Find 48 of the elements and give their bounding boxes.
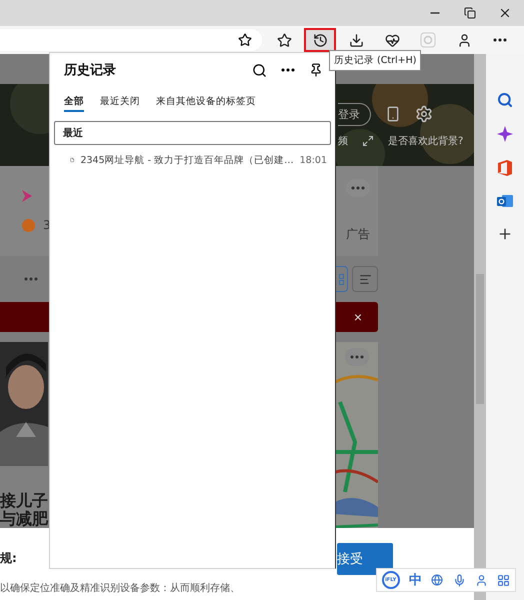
consent-text: 以确保定位准确及精准识别设备参数：从而顺利存储、 — [0, 582, 240, 595]
site-logo-icon — [22, 218, 35, 232]
input-mode-button[interactable]: 中 — [408, 571, 422, 589]
panel-title: 历史记录 — [64, 62, 117, 79]
history-tab[interactable]: 全部 — [64, 95, 84, 112]
history-item-title[interactable]: 2345网址导航 - 致力于打造百年品牌（已创建… — [80, 154, 294, 166]
accept-button[interactable]: 接受 — [337, 543, 393, 575]
more-icon[interactable] — [281, 68, 295, 72]
pin-icon[interactable] — [309, 63, 323, 77]
grid-icon[interactable] — [497, 574, 510, 586]
mail-icon[interactable] — [497, 194, 513, 208]
list-icon — [358, 272, 372, 286]
list-layout-button[interactable] — [352, 266, 378, 292]
video-app-icon — [22, 190, 32, 202]
more-icon — [350, 355, 364, 359]
heart-pulse-icon — [384, 32, 400, 48]
consent-heading: 规: — [0, 550, 17, 567]
search-icon[interactable] — [252, 62, 267, 78]
history-icon — [312, 32, 328, 48]
history-button[interactable] — [304, 28, 336, 52]
scrollbar[interactable] — [474, 54, 486, 600]
restore-icon[interactable] — [464, 7, 476, 19]
background-feedback-link[interactable]: 是否喜欢此背景? — [388, 134, 464, 148]
add-favorite-icon[interactable] — [238, 33, 252, 47]
add-icon[interactable] — [497, 226, 513, 242]
settings-icon[interactable] — [415, 105, 433, 123]
caption-text: 频 — [338, 134, 348, 148]
history-tab[interactable]: 来自其他设备的标签页 — [156, 95, 256, 112]
tooltip: 历史记录 (Ctrl+H) — [329, 50, 422, 71]
sign-in-button[interactable]: 登录 — [338, 102, 371, 126]
more-icon — [351, 186, 365, 190]
profile-icon — [456, 32, 472, 48]
ad-label: 广告 — [346, 226, 370, 243]
favorites-icon — [276, 32, 292, 48]
office-icon[interactable] — [498, 160, 512, 176]
more-icon — [493, 38, 507, 42]
banner-close-button[interactable]: × — [354, 309, 362, 325]
download-icon — [348, 32, 364, 48]
history-item-time: 18:01 — [300, 154, 327, 166]
grid-icon — [338, 274, 344, 284]
group-header[interactable]: 最近 — [54, 121, 331, 145]
phone-icon[interactable] — [385, 106, 401, 122]
user-icon[interactable] — [474, 574, 488, 586]
microphone-icon[interactable] — [452, 574, 466, 586]
history-tab[interactable]: 最近关闭 — [100, 95, 140, 112]
expand-icon[interactable] — [362, 134, 374, 146]
close-icon[interactable] — [498, 6, 512, 20]
sparkle-icon[interactable] — [497, 126, 513, 142]
